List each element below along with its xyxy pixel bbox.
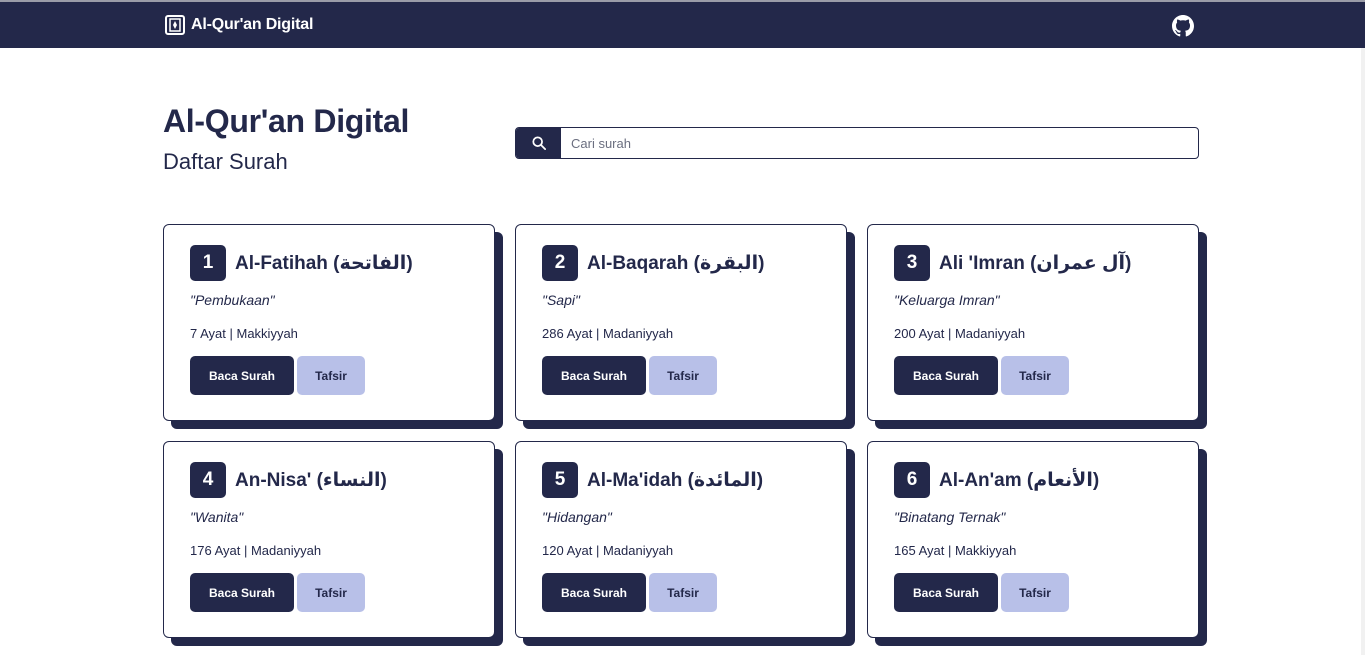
surah-card[interactable]: 4 An-Nisa' (النساء) "Wanita" 176 Ayat | … [163,441,503,646]
surah-info: 176 Ayat | Madaniyyah [190,543,322,558]
surah-name: Al-Ma'idah (المائدة) [587,469,764,491]
tafsir-button[interactable]: Tafsir [297,356,365,395]
surah-number-badge: 3 [894,245,930,281]
read-surah-button[interactable]: Baca Surah [894,573,998,612]
brand-title: Al-Qur'an Digital [191,16,314,33]
surah-actions: Baca Surah Tafsir [190,573,365,612]
surah-actions: Baca Surah Tafsir [190,356,365,395]
surah-meaning: "Pembukaan" [190,292,275,308]
tafsir-button[interactable]: Tafsir [649,573,717,612]
surah-info: 120 Ayat | Madaniyyah [542,543,674,558]
surah-card-body: 4 An-Nisa' (النساء) "Wanita" 176 Ayat | … [163,441,495,638]
github-link[interactable] [1172,15,1194,37]
surah-number-badge: 6 [894,462,930,498]
read-surah-button[interactable]: Baca Surah [190,356,294,395]
surah-info: 200 Ayat | Madaniyyah [894,326,1026,341]
surah-info: 7 Ayat | Makkiyyah [190,326,298,341]
surah-card-body: 2 Al-Baqarah (البقرة) "Sapi" 286 Ayat | … [515,224,847,421]
search-bar [515,127,1199,159]
surah-card-body: 6 Al-An'am (الأنعام) "Binatang Ternak" 1… [867,441,1199,638]
search-button[interactable] [516,128,561,158]
top-navbar: Al-Qur'an Digital [0,0,1365,48]
surah-card-header: 6 Al-An'am (الأنعام) [894,462,1099,498]
read-surah-button[interactable]: Baca Surah [542,356,646,395]
surah-card-header: 5 Al-Ma'idah (المائدة) [542,462,763,498]
surah-card-header: 1 Al-Fatihah (الفاتحة) [190,245,413,281]
surah-card[interactable]: 2 Al-Baqarah (البقرة) "Sapi" 286 Ayat | … [515,224,855,429]
page-title: Al-Qur'an Digital [163,103,410,139]
search-input[interactable] [561,128,1198,158]
surah-meaning: "Wanita" [190,509,244,525]
surah-name: Al-Fatihah (الفاتحة) [235,252,413,274]
surah-card-header: 4 An-Nisa' (النساء) [190,462,387,498]
surah-actions: Baca Surah Tafsir [542,573,717,612]
surah-card-body: 3 Ali 'Imran (آل عمران) "Keluarga Imran"… [867,224,1199,421]
surah-number-badge: 2 [542,245,578,281]
read-surah-button[interactable]: Baca Surah [190,573,294,612]
surah-number-badge: 4 [190,462,226,498]
surah-info: 286 Ayat | Madaniyyah [542,326,674,341]
surah-name: Ali 'Imran (آل عمران) [939,252,1132,274]
tafsir-button[interactable]: Tafsir [1001,356,1069,395]
surah-actions: Baca Surah Tafsir [894,573,1069,612]
surah-info: 165 Ayat | Makkiyyah [894,543,1017,558]
quran-book-icon [165,15,185,35]
tafsir-button[interactable]: Tafsir [649,356,717,395]
brand-link[interactable]: Al-Qur'an Digital [165,15,313,35]
surah-name: An-Nisa' (النساء) [235,469,387,491]
surah-meaning: "Sapi" [542,292,580,308]
surah-meaning: "Binatang Ternak" [894,509,1006,525]
surah-meaning: "Hidangan" [542,509,612,525]
surah-actions: Baca Surah Tafsir [542,356,717,395]
page-subtitle: Daftar Surah [163,149,288,174]
surah-number-badge: 5 [542,462,578,498]
surah-number-badge: 1 [190,245,226,281]
tafsir-button[interactable]: Tafsir [1001,573,1069,612]
tafsir-button[interactable]: Tafsir [297,573,365,612]
surah-card-body: 1 Al-Fatihah (الفاتحة) "Pembukaan" 7 Aya… [163,224,495,421]
read-surah-button[interactable]: Baca Surah [542,573,646,612]
surah-name: Al-Baqarah (البقرة) [587,252,765,274]
surah-card-header: 3 Ali 'Imran (آل عمران) [894,245,1131,281]
surah-card-header: 2 Al-Baqarah (البقرة) [542,245,764,281]
surah-card[interactable]: 3 Ali 'Imran (آل عمران) "Keluarga Imran"… [867,224,1207,429]
github-icon [1172,15,1194,37]
search-icon [531,136,546,150]
read-surah-button[interactable]: Baca Surah [894,356,998,395]
surah-card[interactable]: 5 Al-Ma'idah (المائدة) "Hidangan" 120 Ay… [515,441,855,646]
surah-card[interactable]: 1 Al-Fatihah (الفاتحة) "Pembukaan" 7 Aya… [163,224,503,429]
surah-card-body: 5 Al-Ma'idah (المائدة) "Hidangan" 120 Ay… [515,441,847,638]
surah-actions: Baca Surah Tafsir [894,356,1069,395]
surah-name: Al-An'am (الأنعام) [939,469,1100,491]
page-scrollbar[interactable] [1361,48,1365,655]
surah-meaning: "Keluarga Imran" [894,292,1000,308]
surah-card[interactable]: 6 Al-An'am (الأنعام) "Binatang Ternak" 1… [867,441,1207,646]
